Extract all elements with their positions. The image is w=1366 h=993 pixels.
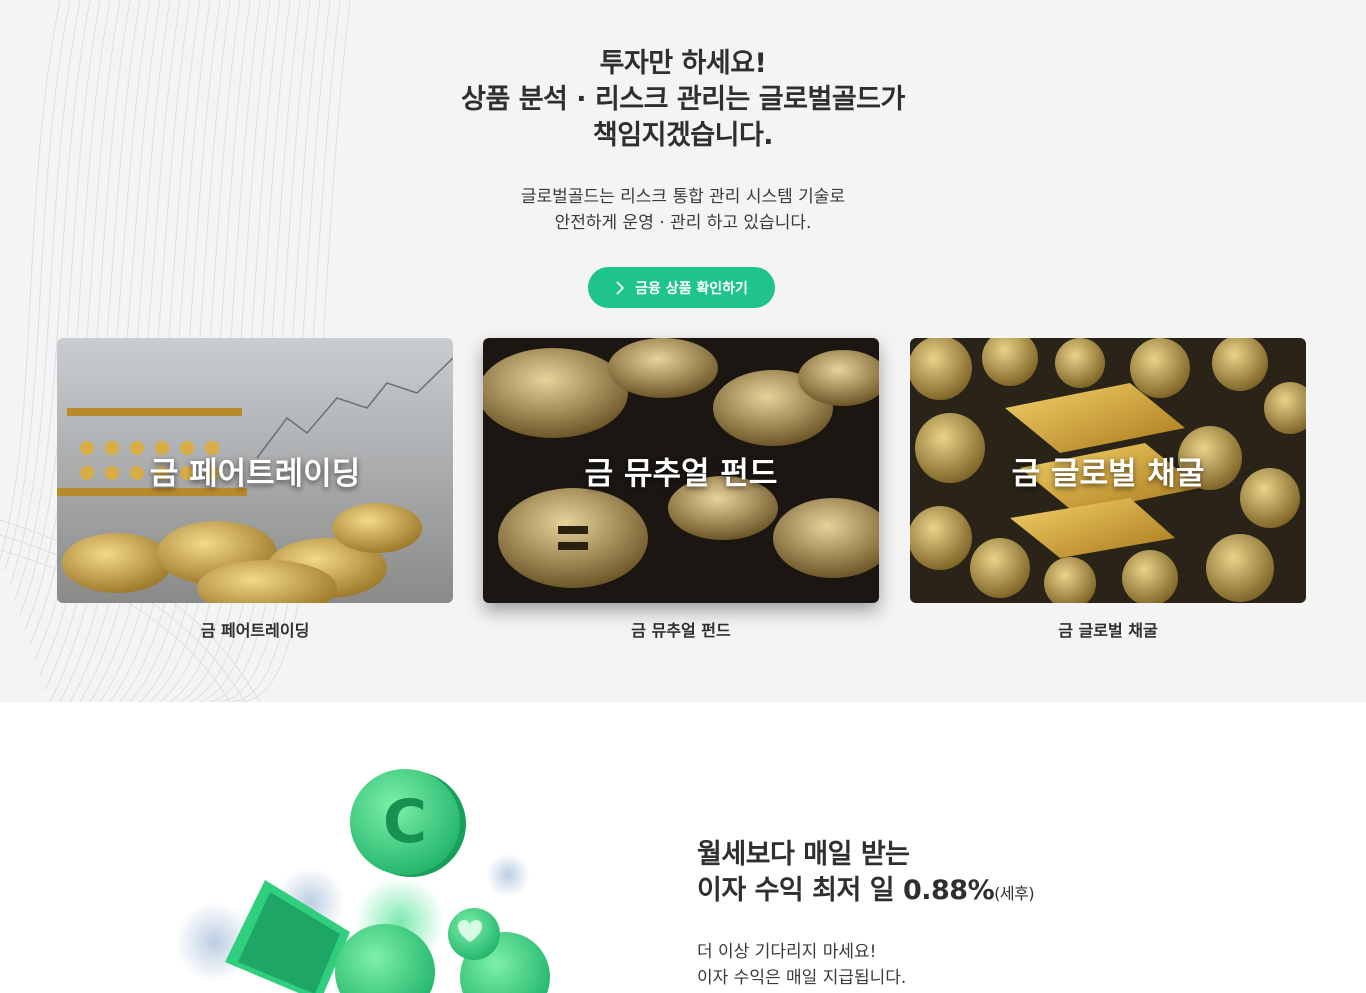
interest-section: C 월세보다 매일 받는 이자 수익 최저 일 0.88%(세후) 더 이상 기…: [0, 702, 1366, 993]
interest-title-line-2: 이자 수익 최저 일 0.88%: [697, 875, 995, 906]
product-card-image[interactable]: 금 글로벌 채굴: [910, 338, 1306, 603]
interest-title-line-1: 월세보다 매일 받는: [697, 839, 910, 870]
interest-text-line-2: 이자 수익은 매일 지급됩니다.: [697, 968, 907, 988]
interest-title: 월세보다 매일 받는 이자 수익 최저 일 0.88%(세후): [697, 837, 1035, 912]
product-card-image[interactable]: 금 뮤추얼 펀드: [483, 338, 879, 603]
headline-line-3: 책임지겠습니다.: [592, 120, 774, 151]
product-card-label[interactable]: 금 페어트레이딩: [57, 617, 453, 641]
svg-text:C: C: [383, 787, 427, 857]
interest-text: 더 이상 기다리지 마세요! 이자 수익은 매일 지급됩니다.: [697, 939, 906, 991]
view-products-button-label: 금융 상품 확인하기: [635, 280, 748, 297]
green-coins-illustration: C: [175, 769, 550, 993]
product-card-mutual-fund[interactable]: 금 뮤추얼 펀드 금 뮤추얼 펀드: [483, 338, 879, 641]
subtext-line-1: 글로벌골드는 리스크 통합 관리 시스템 기술로: [520, 187, 846, 207]
product-card-pair-trading[interactable]: 금 페어트레이딩 금 페어트레이딩: [57, 338, 453, 641]
headline-line-2: 상품 분석 · 리스크 관리는 글로벌골드가: [461, 84, 905, 115]
interest-title-suffix: (세후): [994, 884, 1035, 903]
interest-text-line-1: 더 이상 기다리지 마세요!: [697, 942, 877, 962]
view-products-button[interactable]: 금융 상품 확인하기: [588, 267, 775, 308]
product-card-image[interactable]: 금 페어트레이딩: [57, 338, 453, 603]
product-card-overlay-title: 금 뮤추얼 펀드: [584, 456, 778, 492]
hero-subtext: 글로벌골드는 리스크 통합 관리 시스템 기술로 안전하게 운영 · 관리 하고…: [0, 184, 1366, 236]
chevron-right-icon: [616, 280, 625, 295]
product-card-label[interactable]: 금 글로벌 채굴: [910, 617, 1306, 641]
product-card-label[interactable]: 금 뮤추얼 펀드: [483, 617, 879, 641]
headline-line-1: 투자만 하세요!: [599, 48, 767, 79]
hero-section: 투자만 하세요! 상품 분석 · 리스크 관리는 글로벌골드가 책임지겠습니다.…: [0, 0, 1366, 702]
subtext-line-2: 안전하게 운영 · 관리 하고 있습니다.: [554, 213, 812, 233]
product-card-overlay-title: 금 페어트레이딩: [149, 456, 361, 492]
product-cards: 금 페어트레이딩 금 페어트레이딩 금 뮤추얼 펀드 금 뮤추얼 펀드 금 글로…: [57, 338, 1306, 648]
hero-headline: 투자만 하세요! 상품 분석 · 리스크 관리는 글로벌골드가 책임지겠습니다.: [0, 46, 1366, 154]
product-card-global-mining[interactable]: 금 글로벌 채굴 금 글로벌 채굴: [910, 338, 1306, 641]
product-card-overlay-title: 금 글로벌 채굴: [1011, 456, 1205, 492]
